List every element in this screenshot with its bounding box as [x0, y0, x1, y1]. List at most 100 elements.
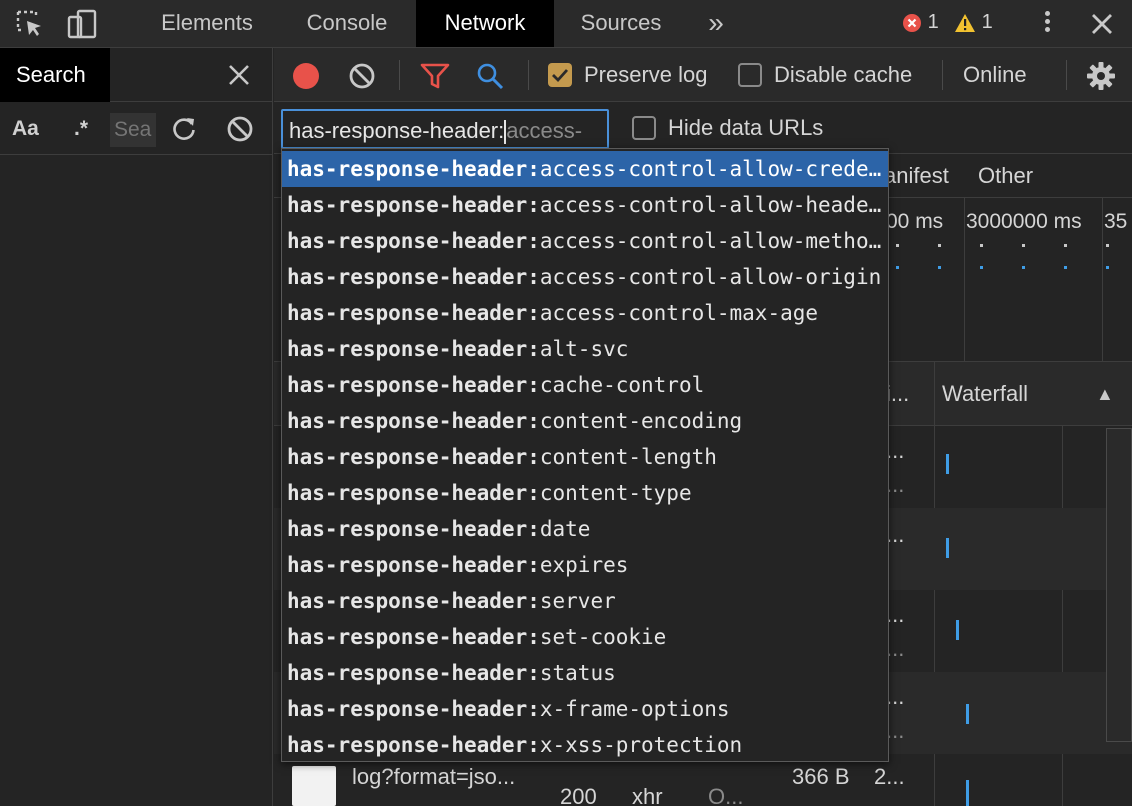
suggestion-prefix: has-response-header: — [287, 697, 540, 721]
suggestion-suffix: date — [539, 517, 591, 541]
overview-tick-label: 00 ms — [886, 210, 944, 233]
suggestion-suffix: access-control-allow-headers — [539, 193, 888, 217]
more-options-icon[interactable] — [1040, 8, 1054, 40]
sort-ascending-icon[interactable]: ▲ — [1096, 362, 1114, 426]
overview-dot — [1064, 266, 1067, 269]
tab-network[interactable]: Network — [416, 0, 554, 47]
toolbar-divider — [399, 60, 400, 90]
search-panel-header: Search — [0, 48, 273, 102]
warning-count: 1 — [981, 11, 993, 33]
filter-autocomplete-ghost: access- — [506, 118, 583, 143]
suggestion-prefix: has-response-header: — [287, 553, 540, 577]
table-scrollbar[interactable] — [1106, 428, 1132, 742]
request-type: xhr — [632, 784, 663, 806]
overview-dot — [938, 266, 941, 269]
overview-tick-label: 35 — [1104, 210, 1128, 233]
column-header-waterfall[interactable]: Waterfall — [942, 362, 1028, 426]
toolbar-divider — [942, 60, 943, 90]
filter-input[interactable]: has-response-header:access- — [281, 109, 609, 149]
suggestion-item[interactable]: has-response-header:content-type — [282, 475, 888, 511]
suggestion-suffix: x-frame-options — [539, 697, 730, 721]
suggestion-item[interactable]: has-response-header:set-cookie — [282, 619, 888, 655]
suggestion-item[interactable]: has-response-header:access-control-allow… — [282, 259, 888, 295]
suggestion-prefix: has-response-header: — [287, 409, 540, 433]
tab-sources[interactable]: Sources — [562, 0, 680, 47]
suggestion-item[interactable]: has-response-header:cache-control — [282, 367, 888, 403]
suggestion-suffix: access-control-allow-methods — [539, 229, 888, 253]
suggestion-item[interactable]: has-response-header:alt-svc — [282, 331, 888, 367]
overview-gridline — [1102, 198, 1103, 362]
refresh-icon[interactable] — [170, 115, 198, 143]
suggestion-item[interactable]: has-response-header:server — [282, 583, 888, 619]
warning-badge[interactable]: 1 — [954, 9, 993, 35]
device-toolbar-icon[interactable] — [66, 8, 98, 40]
waterfall-bar — [946, 538, 949, 558]
close-search-icon[interactable] — [224, 60, 254, 90]
xhr-file-icon — [292, 766, 336, 806]
suggestion-item[interactable]: has-response-header:x-xss-protection — [282, 727, 888, 761]
suggestion-item[interactable]: has-response-header:content-length — [282, 439, 888, 475]
search-tab[interactable]: Search — [0, 48, 110, 102]
regex-button[interactable]: .* — [74, 103, 88, 155]
type-manifest[interactable]: anifest — [884, 154, 949, 198]
overview-dot — [896, 266, 899, 269]
suggestion-prefix: has-response-header: — [287, 265, 540, 289]
suggestion-item[interactable]: has-response-header:content-encoding — [282, 403, 888, 439]
tab-elements[interactable]: Elements — [142, 0, 272, 47]
record-icon[interactable] — [292, 62, 320, 90]
suggestion-item[interactable]: has-response-header:date — [282, 511, 888, 547]
request-time: 2... — [874, 764, 905, 789]
error-badge[interactable]: 1 — [902, 9, 939, 35]
type-other[interactable]: Other — [978, 154, 1033, 198]
preserve-log-label[interactable]: Preserve log — [584, 48, 708, 102]
checkmark-icon — [552, 69, 569, 83]
overview-dot — [1022, 266, 1025, 269]
suggestion-item[interactable]: has-response-header:access-control-max-a… — [282, 295, 888, 331]
close-devtools-icon[interactable] — [1088, 10, 1116, 38]
search-panel: Search Aa .* — [0, 48, 273, 806]
filter-icon[interactable] — [420, 62, 450, 90]
overview-dot — [1106, 244, 1109, 247]
suggestion-prefix: has-response-header: — [287, 625, 540, 649]
suggestion-prefix: has-response-header: — [287, 481, 540, 505]
suggestion-prefix: has-response-header: — [287, 193, 540, 217]
error-icon — [903, 13, 921, 32]
disable-cache-checkbox[interactable] — [738, 63, 762, 87]
suggestion-item[interactable]: has-response-header:status — [282, 655, 888, 691]
request-name: log?format=jso... — [352, 764, 516, 789]
suggestion-item[interactable]: has-response-header:x-frame-options — [282, 691, 888, 727]
overview-dot — [1106, 266, 1109, 269]
suggestion-suffix: x-xss-protection — [539, 733, 743, 757]
suggestion-suffix: alt-svc — [539, 337, 629, 361]
suggestion-suffix: access-control-allow-origin — [539, 265, 882, 289]
clear-search-icon[interactable] — [226, 115, 254, 143]
suggestion-suffix: cache-control — [539, 373, 705, 397]
more-tabs-button[interactable]: » — [696, 0, 736, 47]
filter-suggestions-dropdown: has-response-header:access-control-allow… — [281, 148, 889, 762]
column-header-truncated[interactable]: i... — [886, 362, 909, 426]
preserve-log-checkbox[interactable] — [548, 63, 572, 87]
suggestion-prefix: has-response-header: — [287, 229, 540, 253]
match-case-button[interactable]: Aa — [12, 103, 39, 155]
hide-data-urls-checkbox[interactable] — [632, 116, 656, 140]
suggestion-prefix: has-response-header: — [287, 517, 540, 541]
toolbar-divider — [528, 60, 529, 90]
clear-log-icon[interactable] — [348, 62, 376, 90]
search-input[interactable] — [110, 113, 156, 147]
disable-cache-label[interactable]: Disable cache — [774, 48, 912, 102]
request-initiator: O... — [708, 784, 744, 806]
tab-console[interactable]: Console — [286, 0, 408, 47]
settings-gear-icon[interactable] — [1086, 61, 1116, 91]
overview-gridline — [964, 198, 965, 362]
suggestion-suffix: status — [539, 661, 616, 685]
search-icon[interactable] — [476, 62, 504, 90]
suggestion-item[interactable]: has-response-header:expires — [282, 547, 888, 583]
suggestion-item[interactable]: has-response-header:access-control-allow… — [282, 151, 888, 187]
suggestion-item[interactable]: has-response-header:access-control-allow… — [282, 223, 888, 259]
suggestion-suffix: content-encoding — [539, 409, 743, 433]
waterfall-bar — [946, 454, 949, 474]
throttling-select[interactable]: Online — [963, 48, 1027, 102]
waterfall-bar — [956, 620, 959, 640]
inspect-element-icon[interactable] — [14, 8, 46, 40]
suggestion-item[interactable]: has-response-header:access-control-allow… — [282, 187, 888, 223]
